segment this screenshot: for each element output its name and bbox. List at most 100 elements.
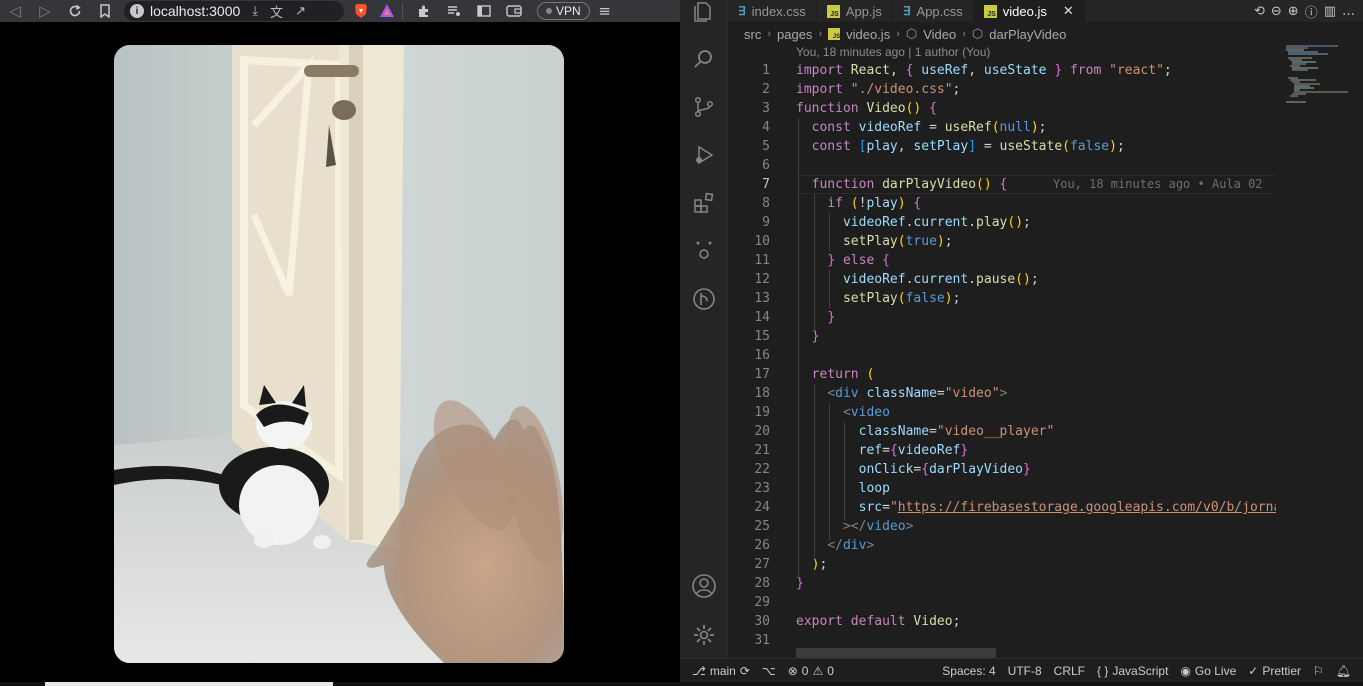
tab-video-js[interactable]: JS video.js ✕ xyxy=(973,0,1085,22)
language-mode[interactable]: { } JavaScript xyxy=(1097,664,1168,678)
taskbar xyxy=(0,682,1363,686)
media-controls-icon[interactable] xyxy=(439,0,469,22)
bookmark-icon[interactable] xyxy=(90,0,120,22)
extensions-icon[interactable] xyxy=(409,0,439,22)
translate-icon[interactable]: 文 xyxy=(270,2,283,21)
code-line[interactable]: onClick={darPlayVideo} xyxy=(796,460,1276,479)
settings-gear-icon[interactable] xyxy=(690,621,718,649)
code-line[interactable]: loop xyxy=(796,479,1276,498)
account-icon[interactable] xyxy=(690,572,718,600)
install-icon[interactable]: ⤓ xyxy=(252,3,258,19)
status-bar: ⎇ main ⟳ ⌥ ⊗ 0 ⚠ 0 Spaces: 4 UTF-8 CRLF … xyxy=(680,658,1363,682)
code-line[interactable] xyxy=(796,593,1276,612)
encoding-indicator[interactable]: UTF-8 xyxy=(1008,664,1042,678)
line-number: 7 xyxy=(762,177,770,192)
code-line[interactable]: ></video> xyxy=(796,517,1276,536)
wallet-icon[interactable] xyxy=(499,0,529,22)
code-line[interactable]: src="https://firebasestorage.googleapis.… xyxy=(796,498,1276,517)
code-line[interactable]: videoRef.current.play(); xyxy=(796,213,1276,232)
indent-guide xyxy=(829,213,830,251)
address-bar[interactable]: i localhost:3000 ⤓ 文 ↗ xyxy=(124,1,344,21)
breadcrumb-item[interactable]: darPlayVideo xyxy=(989,27,1066,42)
test-icon[interactable] xyxy=(690,235,718,263)
line-number: 25 xyxy=(754,519,770,534)
go-live-button[interactable]: ◉ Go Live xyxy=(1180,664,1236,678)
line-number: 11 xyxy=(754,253,770,268)
code-line[interactable] xyxy=(796,346,1276,365)
minimap[interactable] xyxy=(1282,44,1350,658)
previous-revision-icon[interactable]: ⊖ xyxy=(1271,4,1282,19)
more-actions-icon[interactable]: … xyxy=(1342,4,1355,19)
reload-icon[interactable] xyxy=(60,0,90,22)
run-debug-icon[interactable] xyxy=(690,141,718,169)
split-editor-icon[interactable]: ▥ xyxy=(1324,4,1336,19)
source-control-icon[interactable] xyxy=(690,93,718,121)
code-line[interactable]: import "./video.css"; xyxy=(796,80,1276,99)
menu-icon[interactable]: ≡ xyxy=(590,0,620,22)
code-line[interactable]: videoRef.current.pause(); xyxy=(796,270,1276,289)
inline-blame: You, 18 minutes ago • Aula 02 xyxy=(1053,177,1263,191)
close-icon[interactable]: ✕ xyxy=(1063,3,1074,19)
horizontal-scrollbar[interactable] xyxy=(796,648,996,658)
codelens-blame[interactable]: You, 18 minutes ago | 1 author (You) xyxy=(796,45,990,59)
code-line[interactable] xyxy=(796,156,1276,175)
next-revision-icon[interactable]: ⊕ xyxy=(1288,4,1299,19)
breadcrumb-item[interactable]: pages xyxy=(777,27,812,42)
taskbar-item[interactable] xyxy=(45,682,333,686)
code-line[interactable]: } xyxy=(796,308,1276,327)
breadcrumb-item[interactable]: src xyxy=(744,27,761,42)
line-number: 13 xyxy=(754,291,770,306)
open-changes-icon[interactable]: ⟲ xyxy=(1254,4,1265,19)
share-icon[interactable]: ↗ xyxy=(295,3,306,19)
symbol-function-icon: ⬡ xyxy=(905,26,918,41)
feedback-icon[interactable]: ⚐ xyxy=(1313,664,1324,678)
tab-app-js[interactable]: JS App.js xyxy=(817,0,893,22)
code-line[interactable]: import React, { useRef, useState } from … xyxy=(796,61,1276,80)
breadcrumb-item[interactable]: Video xyxy=(923,27,956,42)
code-line[interactable]: const videoRef = useRef(null); xyxy=(796,118,1276,137)
gitlens-icon[interactable] xyxy=(690,285,718,313)
code-line[interactable]: </div> xyxy=(796,536,1276,555)
line-number: 31 xyxy=(754,633,770,648)
back-icon[interactable]: ◁ xyxy=(0,0,30,22)
code-line[interactable]: const [play, setPlay] = useState(false); xyxy=(796,137,1276,156)
eol-indicator[interactable]: CRLF xyxy=(1054,664,1085,678)
toggle-blame-icon[interactable]: ⓘ xyxy=(1305,2,1318,21)
site-info-icon[interactable]: i xyxy=(130,4,144,18)
extensions-panel-icon[interactable] xyxy=(690,189,718,217)
code-line[interactable]: setPlay(true); xyxy=(796,232,1276,251)
chevron-right-icon: › xyxy=(962,28,966,40)
code-line[interactable]: className="video__player" xyxy=(796,422,1276,441)
code-line[interactable]: if (!play) { xyxy=(796,194,1276,213)
code-line[interactable]: } xyxy=(796,574,1276,593)
prettier-status[interactable]: ✓ Prettier xyxy=(1248,664,1301,678)
video-player[interactable] xyxy=(114,45,564,663)
code-line[interactable]: ref={videoRef} xyxy=(796,441,1276,460)
code-line[interactable]: export default Video; xyxy=(796,612,1276,631)
forward-icon[interactable]: ▷ xyxy=(30,0,60,22)
line-number: 14 xyxy=(754,310,770,325)
code-line[interactable]: <video xyxy=(796,403,1276,422)
sidebar-icon[interactable] xyxy=(469,0,499,22)
code-line[interactable]: <div className="video"> xyxy=(796,384,1276,403)
gitlens-status[interactable]: ⌥ xyxy=(762,664,776,678)
code-line[interactable]: setPlay(false); xyxy=(796,289,1276,308)
code-line[interactable]: } else { xyxy=(796,251,1276,270)
code-line[interactable]: ); xyxy=(796,555,1276,574)
breadcrumb-item[interactable]: video.js xyxy=(846,27,890,42)
indentation-indicator[interactable]: Spaces: 4 xyxy=(942,664,995,678)
sync-icon[interactable]: ⟳ xyxy=(740,664,750,678)
tab-app-css[interactable]: ∃ App.css xyxy=(893,0,974,22)
explorer-icon[interactable] xyxy=(690,0,718,26)
brave-rewards-icon[interactable] xyxy=(378,2,396,20)
problems-indicator[interactable]: ⊗ 0 ⚠ 0 xyxy=(788,664,834,678)
notifications-bell-icon[interactable]: 🔔︎ xyxy=(1336,664,1351,678)
branch-indicator[interactable]: ⎇ main ⟳ xyxy=(692,664,750,678)
vpn-button[interactable]: VPN xyxy=(537,2,590,20)
code-line[interactable]: function Video() { xyxy=(796,99,1276,118)
search-icon[interactable] xyxy=(690,45,718,73)
tab-index-css[interactable]: ∃ index.css xyxy=(728,0,817,22)
code-line[interactable]: return ( xyxy=(796,365,1276,384)
brave-shields-icon[interactable] xyxy=(352,2,370,20)
code-line[interactable]: } xyxy=(796,327,1276,346)
